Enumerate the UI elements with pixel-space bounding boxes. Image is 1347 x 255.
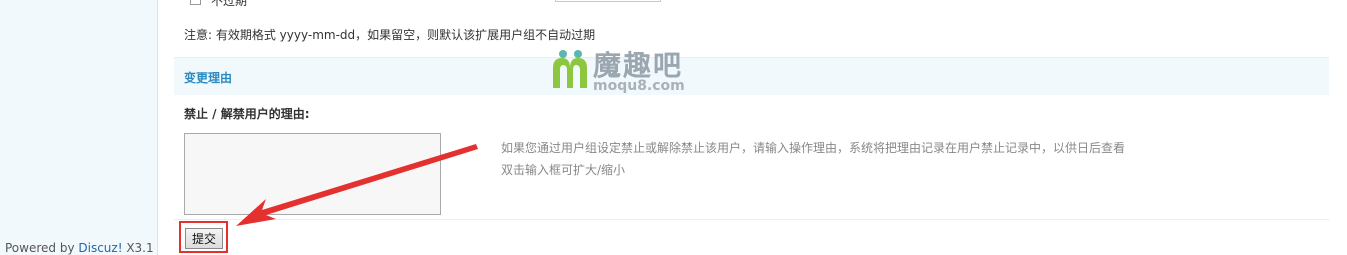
submit-highlight-box: 提交 xyxy=(179,221,228,253)
no-expiry-checkbox[interactable] xyxy=(190,0,201,5)
section-header: 变更理由 xyxy=(174,57,1329,95)
submit-button[interactable]: 提交 xyxy=(185,228,223,249)
left-sidebar: Powered by Discuz! X3.1 xyxy=(0,0,158,255)
expiry-format-note: 注意: 有效期格式 yyyy-mm-dd，如果留空，则默认该扩展用户组不自动过期 xyxy=(184,28,596,42)
reason-tips: 如果您通过用户组设定禁止或解除禁止该用户，请输入操作理由，系统将把理由记录在用户… xyxy=(501,137,1125,181)
powered-version: X3.1 xyxy=(122,241,154,255)
section-title: 变更理由 xyxy=(184,71,233,85)
expiry-date-input[interactable] xyxy=(555,0,661,2)
powered-prefix: Powered by xyxy=(5,241,79,255)
watermark: 魔趣吧 moqu8.com xyxy=(549,44,719,98)
powered-by-footer: Powered by Discuz! X3.1 xyxy=(5,241,154,255)
main-content: 不过期 注意: 有效期格式 yyyy-mm-dd，如果留空，则默认该扩展用户组不… xyxy=(159,0,1347,255)
tip-line-1: 如果您通过用户组设定禁止或解除禁止该用户，请输入操作理由，系统将把理由记录在用户… xyxy=(501,141,1126,155)
no-expiry-label: 不过期 xyxy=(211,0,248,8)
divider xyxy=(174,219,1329,220)
watermark-domain: moqu8.com xyxy=(593,78,685,94)
watermark-logo-icon xyxy=(553,50,587,88)
discuz-link[interactable]: Discuz! xyxy=(78,241,122,255)
reason-label: 禁止 / 解禁用户的理由: xyxy=(184,107,310,121)
reason-textarea[interactable] xyxy=(184,133,441,215)
tip-line-2: 双击输入框可扩大/缩小 xyxy=(501,163,626,177)
